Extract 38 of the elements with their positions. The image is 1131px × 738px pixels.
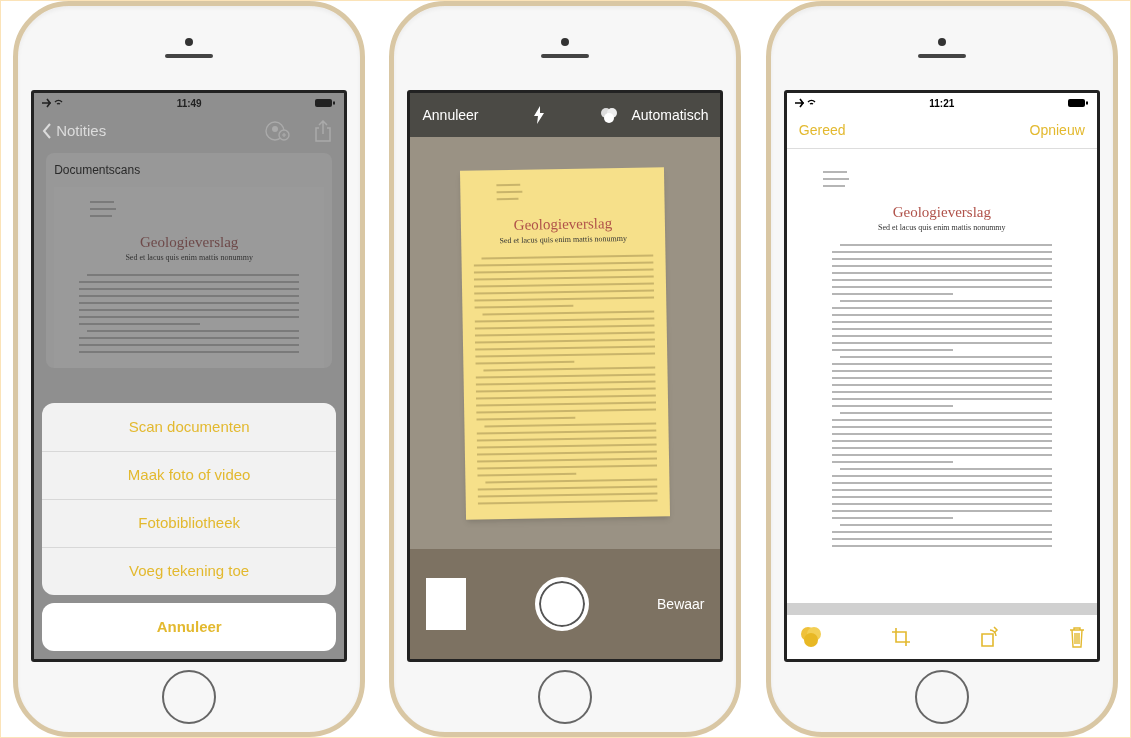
- chevron-left-icon: [42, 123, 53, 139]
- battery-icon: [1066, 98, 1089, 108]
- document-subtitle: Sed et lacus quis enim mattis nonummy: [125, 251, 253, 264]
- speaker-grille: [165, 54, 214, 58]
- document-title: Geologieverslag: [140, 233, 239, 252]
- document-subtitle: Sed et lacus quis enim mattis nonummy: [878, 221, 1006, 234]
- document-title: Geologieverslag: [514, 213, 613, 235]
- action-sheet-option[interactable]: Scan documenten: [42, 403, 337, 451]
- cancel-button[interactable]: Annuleer: [42, 603, 337, 651]
- battery-icon: [314, 98, 337, 108]
- flash-icon[interactable]: [533, 106, 545, 124]
- card-title: Documentscans: [53, 162, 142, 179]
- home-button[interactable]: [914, 670, 969, 724]
- speaker-grille: [541, 54, 590, 58]
- action-sheet-option[interactable]: Maak foto of video: [42, 451, 337, 499]
- shutter-button[interactable]: [534, 577, 589, 631]
- status-time: 11:49: [176, 96, 202, 111]
- speaker-grille: [917, 54, 966, 58]
- filter-mode-button[interactable]: Automatisch: [631, 104, 709, 126]
- retake-button[interactable]: Opnieuw: [1029, 120, 1085, 141]
- action-sheet-option[interactable]: Fotobibliotheek: [42, 499, 337, 547]
- airplane-wifi-icon: [794, 98, 817, 108]
- back-button[interactable]: Notities: [42, 119, 107, 143]
- save-button[interactable]: Bewaar: [657, 593, 705, 615]
- front-camera: [185, 38, 194, 46]
- status-time: 11:21: [929, 96, 955, 111]
- document-title: Geologieverslag: [892, 203, 991, 222]
- filter-circles-icon[interactable]: [599, 107, 620, 123]
- home-button[interactable]: [538, 670, 593, 724]
- airplane-wifi-icon: [42, 98, 65, 108]
- scan-thumbnail[interactable]: [426, 578, 467, 630]
- front-camera: [561, 38, 570, 46]
- front-camera: [937, 38, 946, 46]
- home-button[interactable]: [162, 670, 217, 724]
- action-sheet-option[interactable]: Voeg tekening toe: [42, 547, 337, 595]
- document-subtitle: Sed et lacus quis enim mattis nonummy: [499, 233, 628, 247]
- done-button[interactable]: Gereed: [798, 120, 846, 141]
- cancel-button[interactable]: Annuleer: [422, 104, 479, 126]
